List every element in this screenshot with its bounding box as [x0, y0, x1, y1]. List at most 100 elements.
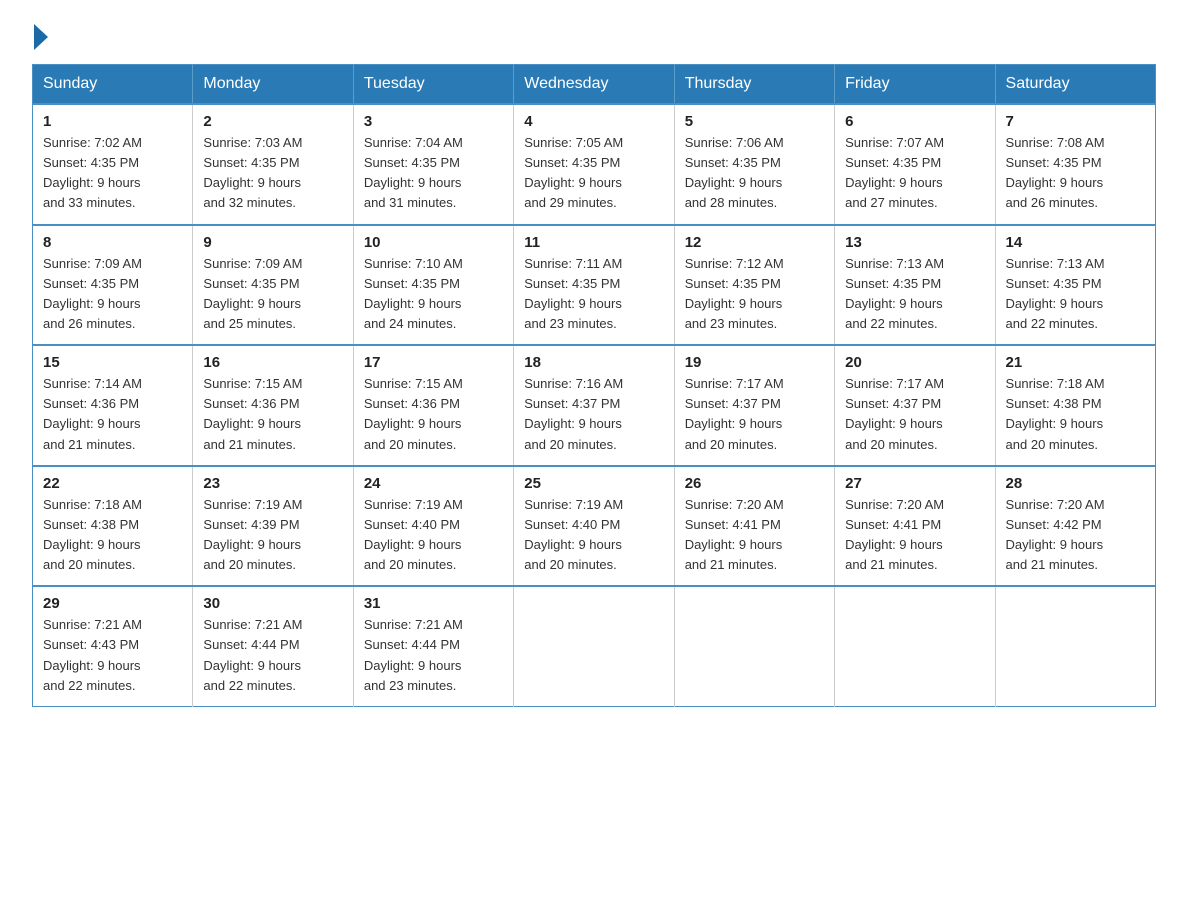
calendar-cell	[835, 586, 995, 706]
day-number: 20	[845, 354, 984, 371]
day-info: Sunrise: 7:14 AMSunset: 4:36 PMDaylight:…	[43, 376, 142, 451]
day-info: Sunrise: 7:07 AMSunset: 4:35 PMDaylight:…	[845, 135, 944, 210]
calendar-cell	[674, 586, 834, 706]
day-number: 8	[43, 234, 182, 251]
calendar-cell: 4 Sunrise: 7:05 AMSunset: 4:35 PMDayligh…	[514, 104, 674, 225]
calendar-header-row: SundayMondayTuesdayWednesdayThursdayFrid…	[33, 65, 1156, 105]
calendar-cell: 14 Sunrise: 7:13 AMSunset: 4:35 PMDaylig…	[995, 225, 1155, 346]
day-number: 17	[364, 354, 503, 371]
day-info: Sunrise: 7:19 AMSunset: 4:40 PMDaylight:…	[364, 497, 463, 572]
calendar-week-4: 22 Sunrise: 7:18 AMSunset: 4:38 PMDaylig…	[33, 466, 1156, 587]
day-info: Sunrise: 7:20 AMSunset: 4:41 PMDaylight:…	[685, 497, 784, 572]
day-number: 24	[364, 475, 503, 492]
day-number: 10	[364, 234, 503, 251]
calendar-cell: 31 Sunrise: 7:21 AMSunset: 4:44 PMDaylig…	[353, 586, 513, 706]
day-info: Sunrise: 7:17 AMSunset: 4:37 PMDaylight:…	[845, 376, 944, 451]
calendar-cell: 8 Sunrise: 7:09 AMSunset: 4:35 PMDayligh…	[33, 225, 193, 346]
day-info: Sunrise: 7:20 AMSunset: 4:41 PMDaylight:…	[845, 497, 944, 572]
day-info: Sunrise: 7:21 AMSunset: 4:44 PMDaylight:…	[203, 617, 302, 692]
day-info: Sunrise: 7:18 AMSunset: 4:38 PMDaylight:…	[43, 497, 142, 572]
calendar-week-2: 8 Sunrise: 7:09 AMSunset: 4:35 PMDayligh…	[33, 225, 1156, 346]
day-number: 4	[524, 113, 663, 130]
day-info: Sunrise: 7:11 AMSunset: 4:35 PMDaylight:…	[524, 256, 622, 331]
day-info: Sunrise: 7:06 AMSunset: 4:35 PMDaylight:…	[685, 135, 784, 210]
day-number: 1	[43, 113, 182, 130]
calendar-cell: 25 Sunrise: 7:19 AMSunset: 4:40 PMDaylig…	[514, 466, 674, 587]
day-number: 14	[1006, 234, 1145, 251]
calendar-table: SundayMondayTuesdayWednesdayThursdayFrid…	[32, 64, 1156, 707]
calendar-cell: 21 Sunrise: 7:18 AMSunset: 4:38 PMDaylig…	[995, 345, 1155, 466]
day-number: 13	[845, 234, 984, 251]
day-number: 21	[1006, 354, 1145, 371]
day-info: Sunrise: 7:19 AMSunset: 4:39 PMDaylight:…	[203, 497, 302, 572]
day-info: Sunrise: 7:03 AMSunset: 4:35 PMDaylight:…	[203, 135, 302, 210]
day-number: 3	[364, 113, 503, 130]
calendar-cell: 1 Sunrise: 7:02 AMSunset: 4:35 PMDayligh…	[33, 104, 193, 225]
day-info: Sunrise: 7:13 AMSunset: 4:35 PMDaylight:…	[845, 256, 944, 331]
day-info: Sunrise: 7:15 AMSunset: 4:36 PMDaylight:…	[364, 376, 463, 451]
calendar-cell: 26 Sunrise: 7:20 AMSunset: 4:41 PMDaylig…	[674, 466, 834, 587]
calendar-cell: 28 Sunrise: 7:20 AMSunset: 4:42 PMDaylig…	[995, 466, 1155, 587]
calendar-cell: 3 Sunrise: 7:04 AMSunset: 4:35 PMDayligh…	[353, 104, 513, 225]
day-number: 22	[43, 475, 182, 492]
calendar-cell: 30 Sunrise: 7:21 AMSunset: 4:44 PMDaylig…	[193, 586, 353, 706]
calendar-cell	[514, 586, 674, 706]
header-thursday: Thursday	[674, 65, 834, 105]
day-number: 12	[685, 234, 824, 251]
calendar-cell: 11 Sunrise: 7:11 AMSunset: 4:35 PMDaylig…	[514, 225, 674, 346]
day-number: 31	[364, 595, 503, 612]
calendar-cell: 2 Sunrise: 7:03 AMSunset: 4:35 PMDayligh…	[193, 104, 353, 225]
header-tuesday: Tuesday	[353, 65, 513, 105]
day-number: 27	[845, 475, 984, 492]
day-info: Sunrise: 7:21 AMSunset: 4:44 PMDaylight:…	[364, 617, 463, 692]
day-number: 9	[203, 234, 342, 251]
calendar-cell: 20 Sunrise: 7:17 AMSunset: 4:37 PMDaylig…	[835, 345, 995, 466]
day-number: 26	[685, 475, 824, 492]
day-number: 25	[524, 475, 663, 492]
header-friday: Friday	[835, 65, 995, 105]
day-info: Sunrise: 7:04 AMSunset: 4:35 PMDaylight:…	[364, 135, 463, 210]
logo-flag-icon	[34, 24, 48, 50]
calendar-cell: 27 Sunrise: 7:20 AMSunset: 4:41 PMDaylig…	[835, 466, 995, 587]
calendar-cell: 22 Sunrise: 7:18 AMSunset: 4:38 PMDaylig…	[33, 466, 193, 587]
calendar-cell: 19 Sunrise: 7:17 AMSunset: 4:37 PMDaylig…	[674, 345, 834, 466]
day-info: Sunrise: 7:09 AMSunset: 4:35 PMDaylight:…	[43, 256, 142, 331]
calendar-week-3: 15 Sunrise: 7:14 AMSunset: 4:36 PMDaylig…	[33, 345, 1156, 466]
calendar-week-1: 1 Sunrise: 7:02 AMSunset: 4:35 PMDayligh…	[33, 104, 1156, 225]
calendar-cell: 5 Sunrise: 7:06 AMSunset: 4:35 PMDayligh…	[674, 104, 834, 225]
day-number: 5	[685, 113, 824, 130]
day-info: Sunrise: 7:10 AMSunset: 4:35 PMDaylight:…	[364, 256, 463, 331]
day-number: 15	[43, 354, 182, 371]
day-info: Sunrise: 7:18 AMSunset: 4:38 PMDaylight:…	[1006, 376, 1105, 451]
day-number: 30	[203, 595, 342, 612]
day-info: Sunrise: 7:15 AMSunset: 4:36 PMDaylight:…	[203, 376, 302, 451]
calendar-cell: 7 Sunrise: 7:08 AMSunset: 4:35 PMDayligh…	[995, 104, 1155, 225]
day-info: Sunrise: 7:16 AMSunset: 4:37 PMDaylight:…	[524, 376, 623, 451]
day-info: Sunrise: 7:13 AMSunset: 4:35 PMDaylight:…	[1006, 256, 1105, 331]
day-number: 28	[1006, 475, 1145, 492]
calendar-cell: 17 Sunrise: 7:15 AMSunset: 4:36 PMDaylig…	[353, 345, 513, 466]
header-wednesday: Wednesday	[514, 65, 674, 105]
header-sunday: Sunday	[33, 65, 193, 105]
day-number: 6	[845, 113, 984, 130]
calendar-cell: 9 Sunrise: 7:09 AMSunset: 4:35 PMDayligh…	[193, 225, 353, 346]
day-number: 11	[524, 234, 663, 251]
day-number: 7	[1006, 113, 1145, 130]
calendar-cell: 15 Sunrise: 7:14 AMSunset: 4:36 PMDaylig…	[33, 345, 193, 466]
day-number: 2	[203, 113, 342, 130]
day-info: Sunrise: 7:19 AMSunset: 4:40 PMDaylight:…	[524, 497, 623, 572]
calendar-cell: 24 Sunrise: 7:19 AMSunset: 4:40 PMDaylig…	[353, 466, 513, 587]
day-info: Sunrise: 7:17 AMSunset: 4:37 PMDaylight:…	[685, 376, 784, 451]
calendar-cell: 10 Sunrise: 7:10 AMSunset: 4:35 PMDaylig…	[353, 225, 513, 346]
day-info: Sunrise: 7:08 AMSunset: 4:35 PMDaylight:…	[1006, 135, 1105, 210]
day-info: Sunrise: 7:09 AMSunset: 4:35 PMDaylight:…	[203, 256, 302, 331]
calendar-cell	[995, 586, 1155, 706]
calendar-cell: 6 Sunrise: 7:07 AMSunset: 4:35 PMDayligh…	[835, 104, 995, 225]
day-number: 18	[524, 354, 663, 371]
day-number: 29	[43, 595, 182, 612]
calendar-week-5: 29 Sunrise: 7:21 AMSunset: 4:43 PMDaylig…	[33, 586, 1156, 706]
page-header	[32, 24, 1156, 46]
day-info: Sunrise: 7:20 AMSunset: 4:42 PMDaylight:…	[1006, 497, 1105, 572]
day-number: 19	[685, 354, 824, 371]
calendar-cell: 29 Sunrise: 7:21 AMSunset: 4:43 PMDaylig…	[33, 586, 193, 706]
